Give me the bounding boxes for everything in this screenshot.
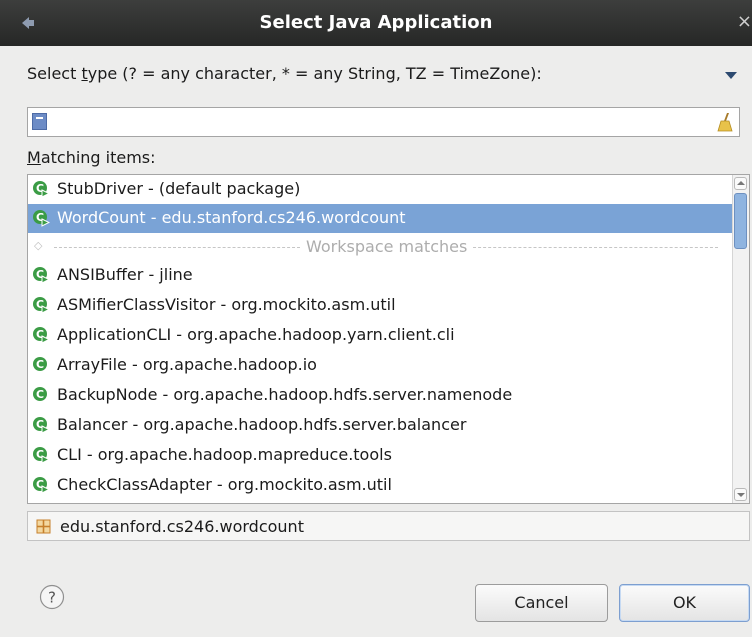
title-bar: Select Java Application × — [0, 0, 752, 46]
ok-button[interactable]: OK — [619, 584, 750, 622]
class-run-icon: C — [33, 447, 50, 464]
class-icon: C — [33, 357, 47, 371]
class-run-icon: C — [33, 297, 50, 314]
class-icon: C — [33, 387, 47, 401]
class-run-icon: C — [33, 327, 50, 344]
package-details-bar: edu.stanford.cs246.wordcount — [27, 511, 750, 541]
class-run-icon: C — [33, 417, 50, 434]
list-item[interactable]: C ANSIBuffer - jline — [28, 261, 734, 290]
list-item-label: ANSIBuffer - jline — [57, 265, 193, 284]
class-run-icon: C — [33, 210, 50, 227]
list-item-selected[interactable]: C WordCount - edu.stanford.cs246.wordcou… — [28, 204, 734, 233]
separator-icon: ◇ — [34, 239, 43, 252]
svg-text:?: ? — [48, 589, 56, 607]
package-name: edu.stanford.cs246.wordcount — [60, 517, 304, 536]
separator-label: Workspace matches — [300, 237, 474, 256]
list-item-label: WordCount - edu.stanford.cs246.wordcount — [57, 208, 406, 227]
list-item[interactable]: C ApplicationCLI - org.apache.hadoop.yar… — [28, 321, 734, 350]
scroll-down-icon[interactable] — [734, 488, 747, 501]
clear-broom-icon[interactable] — [716, 112, 734, 132]
list-item-label: ASMifierClassVisitor - org.mockito.asm.u… — [57, 295, 396, 314]
class-run-icon: C — [33, 477, 50, 494]
separator-line — [54, 247, 300, 248]
input-caret-icon — [32, 113, 47, 130]
list-scrollbar[interactable] — [732, 175, 749, 503]
class-run-icon: C — [33, 181, 50, 198]
list-item-label: ApplicationCLI - org.apache.hadoop.yarn.… — [57, 325, 455, 344]
list-item-label: CLI - org.apache.hadoop.mapreduce.tools — [57, 445, 392, 464]
list-item[interactable]: C Balancer - org.apache.hadoop.hdfs.serv… — [28, 411, 734, 440]
workspace-matches-separator: ◇ Workspace matches — [28, 233, 734, 261]
view-menu-icon[interactable] — [725, 72, 737, 79]
list-item[interactable]: C CLI - org.apache.hadoop.mapreduce.tool… — [28, 441, 734, 470]
cancel-button[interactable]: Cancel — [475, 584, 608, 622]
list-item-label: StubDriver - (default package) — [57, 179, 301, 198]
list-item[interactable]: C BackupNode - org.apache.hadoop.hdfs.se… — [28, 381, 734, 410]
matching-items-label: Matching items: — [27, 148, 156, 167]
list-item-label: BackupNode - org.apache.hadoop.hdfs.serv… — [57, 385, 513, 404]
list-item[interactable]: C ArrayFile - org.apache.hadoop.io — [28, 351, 734, 380]
type-filter-input[interactable] — [54, 108, 708, 138]
class-run-icon: C — [33, 267, 50, 284]
dialog-title: Select Java Application — [259, 12, 493, 33]
select-type-label: Select type (? = any character, * = any … — [27, 64, 542, 83]
scrollbar-thumb[interactable] — [734, 193, 747, 249]
list-item-label: ArrayFile - org.apache.hadoop.io — [57, 355, 317, 374]
separator-line — [468, 247, 718, 248]
list-item-label: Balancer - org.apache.hadoop.hdfs.server… — [57, 415, 467, 434]
list-item[interactable]: C CheckClassAdapter - org.mockito.asm.ut… — [28, 471, 734, 500]
list-item[interactable]: C ASMifierClassVisitor - org.mockito.asm… — [28, 291, 734, 320]
scroll-up-icon[interactable] — [734, 177, 747, 190]
type-filter-field[interactable] — [27, 107, 740, 138]
list-item-label: CheckClassAdapter - org.mockito.asm.util — [57, 475, 392, 494]
list-item[interactable]: C StubDriver - (default package) — [28, 175, 734, 204]
matching-items-list[interactable]: C StubDriver - (default package) C WordC… — [27, 174, 750, 504]
package-icon — [36, 519, 51, 534]
help-icon[interactable]: ? — [39, 584, 65, 610]
svg-text:C: C — [36, 358, 44, 371]
close-icon[interactable]: × — [737, 11, 752, 32]
svg-text:C: C — [36, 388, 44, 401]
